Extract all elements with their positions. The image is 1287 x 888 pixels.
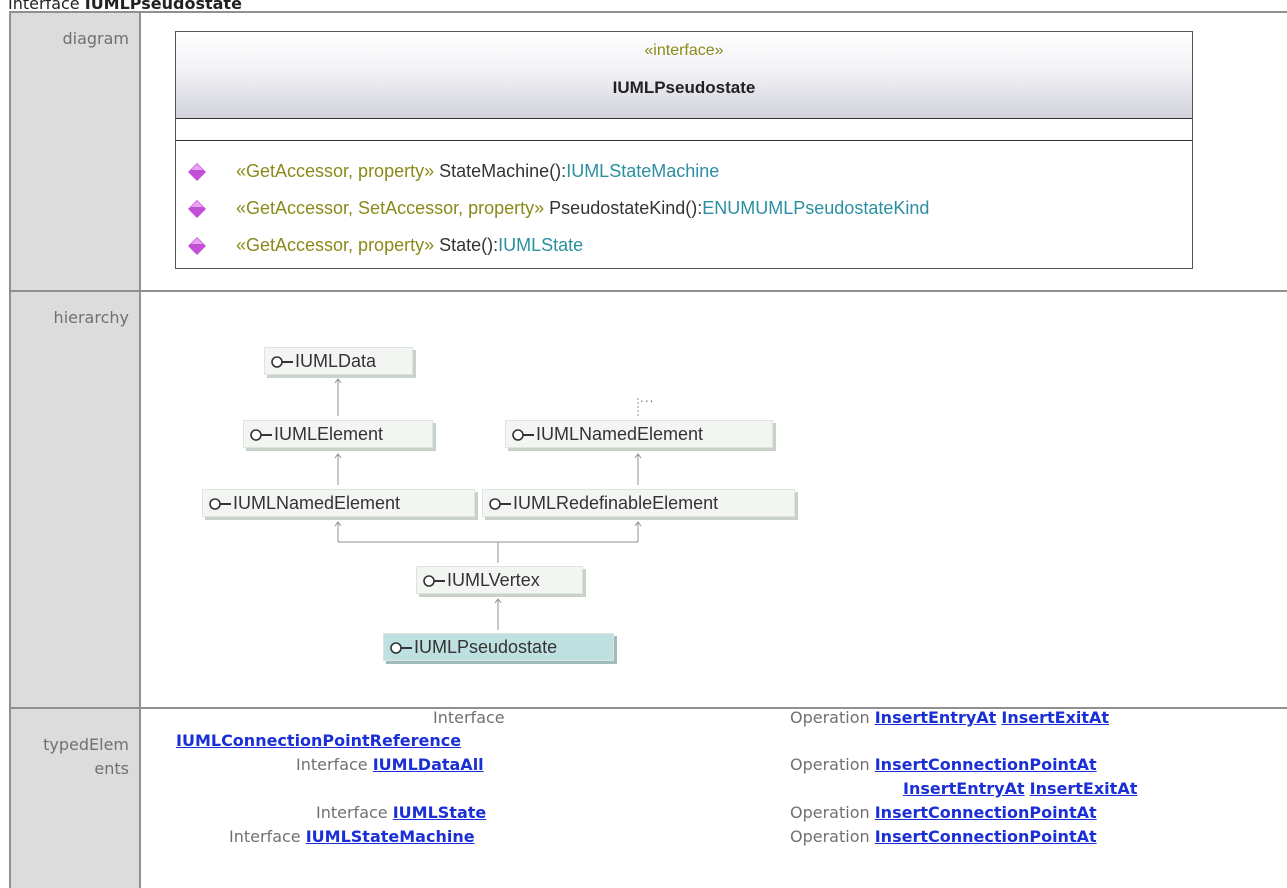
typed-element-entry: Interface IUMLState <box>316 803 487 822</box>
hierarchy-node-iumldata[interactable]: IUMLData <box>264 347 413 375</box>
hierarchy-node-iumlelement[interactable]: IUMLElement <box>243 420 433 448</box>
hierarchy-node-iumlpseudostate-current[interactable]: IUMLPseudostate <box>383 633 614 661</box>
interface-lollipop-icon <box>423 575 445 587</box>
operation-link[interactable]: InsertConnectionPointAt <box>875 827 1097 846</box>
more-ancestors-indicator[interactable]: ... <box>640 391 654 405</box>
typed-element-operations: Operation InsertConnectionPointAt <box>790 803 1097 822</box>
typed-element-link[interactable]: IUMLStateMachine <box>306 827 475 846</box>
operation-link[interactable]: InsertExitAt <box>1030 779 1138 798</box>
typed-element-operations: InsertEntryAt InsertExitAt <box>903 779 1137 798</box>
interface-lollipop-icon <box>489 498 511 510</box>
interface-lollipop-icon <box>250 429 272 441</box>
operation-link[interactable]: InsertEntryAt <box>875 708 997 727</box>
operation-link[interactable]: InsertConnectionPointAt <box>875 803 1097 822</box>
hierarchy-node-iumlnamedelement[interactable]: IUMLNamedElement <box>202 489 475 517</box>
typed-element-kind: Interface <box>433 708 505 727</box>
typed-element-link[interactable]: IUMLConnectionPointReference <box>176 731 461 750</box>
interface-lollipop-icon <box>209 498 231 510</box>
typed-element-entry: Interface IUMLStateMachine <box>229 827 475 846</box>
operation-link[interactable]: InsertEntryAt <box>903 779 1025 798</box>
operation-link[interactable]: InsertExitAt <box>1001 708 1109 727</box>
hierarchy-node-iumlnamedelement-ancestor[interactable]: IUMLNamedElement <box>505 420 773 448</box>
typed-element-entry: Interface IUMLDataAll <box>296 755 484 774</box>
hierarchy-node-iumlvertex[interactable]: IUMLVertex <box>416 566 583 594</box>
typed-element-operations: Operation InsertEntryAt InsertExitAt <box>790 708 1110 727</box>
typed-element-link[interactable]: IUMLDataAll <box>373 755 484 774</box>
operation-link[interactable]: InsertConnectionPointAt <box>875 755 1097 774</box>
interface-lollipop-icon <box>390 642 412 654</box>
interface-lollipop-icon <box>512 429 534 441</box>
interface-lollipop-icon <box>271 356 293 368</box>
typed-element-operations: Operation InsertConnectionPointAt <box>790 827 1097 846</box>
typed-element-link[interactable]: IUMLState <box>393 803 487 822</box>
typed-element-entry: IUMLConnectionPointReference <box>176 731 461 750</box>
hierarchy-node-iumlredefinableelement[interactable]: IUMLRedefinableElement <box>482 489 795 517</box>
typed-element-operations: Operation InsertConnectionPointAt <box>790 755 1097 774</box>
